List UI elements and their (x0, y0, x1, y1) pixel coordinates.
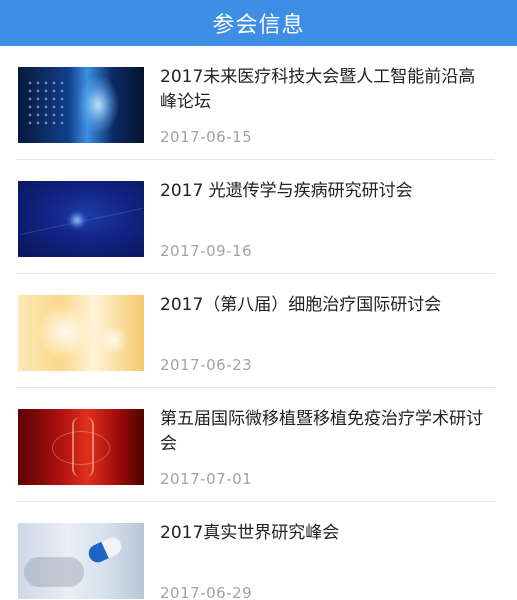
item-title: 2017（第八届）细胞治疗国际研讨会 (160, 295, 442, 315)
neuron-image (18, 181, 144, 257)
item-date: 2017-09-16 (160, 242, 253, 260)
list-item[interactable]: 第五届国际微移植暨移植免疫治疗学术研讨会 2017-07-01 (0, 388, 517, 502)
item-title: 2017未来医疗科技大会暨人工智能前沿高峰论坛 (160, 67, 476, 112)
tech-medical-image (18, 67, 144, 143)
list-item[interactable]: 2017（第八届）细胞治疗国际研讨会 2017-06-23 (0, 274, 517, 388)
item-date: 2017-06-15 (160, 128, 253, 146)
dna-image (18, 409, 144, 485)
item-title: 2017 光遗传学与疾病研究研讨会 (160, 181, 413, 201)
page-title: 参会信息 (212, 13, 305, 38)
pill-image (18, 523, 144, 599)
list-item[interactable]: 2017 光遗传学与疾病研究研讨会 2017-09-16 (0, 160, 517, 274)
item-title: 第五届国际微移植暨移植免疫治疗学术研讨会 (160, 409, 483, 454)
cell-image (18, 295, 144, 371)
header-bar: 参会信息 (0, 0, 517, 46)
item-date: 2017-06-29 (160, 584, 253, 600)
item-date: 2017-07-01 (160, 470, 253, 488)
list-item[interactable]: 2017真实世界研究峰会 2017-06-29 (0, 502, 517, 600)
list-item[interactable]: 2017未来医疗科技大会暨人工智能前沿高峰论坛 2017-06-15 (0, 46, 517, 160)
item-title: 2017真实世界研究峰会 (160, 523, 340, 543)
item-date: 2017-06-23 (160, 356, 253, 374)
conference-list: 2017未来医疗科技大会暨人工智能前沿高峰论坛 2017-06-15 2017 … (0, 46, 517, 600)
